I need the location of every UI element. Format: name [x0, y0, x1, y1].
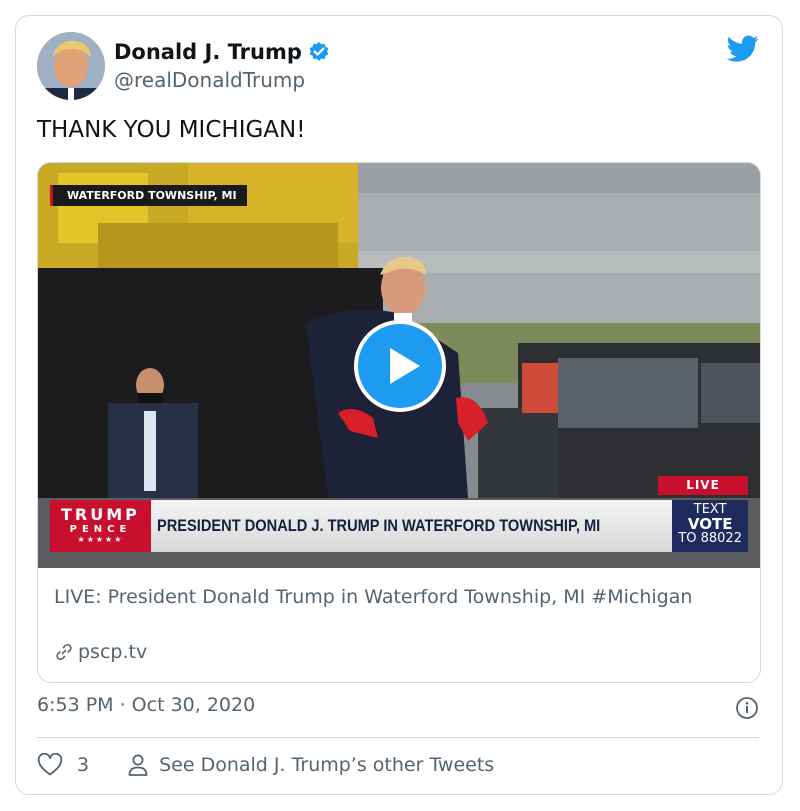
- link-card-domain-row[interactable]: pscp.tv: [54, 641, 147, 663]
- vote-box: TEXT VOTE TO 88022: [672, 500, 748, 552]
- avatar[interactable]: [37, 32, 105, 100]
- other-tweets-label[interactable]: See Donald J. Trump’s other Tweets: [159, 754, 494, 776]
- verified-badge-icon: [309, 42, 329, 61]
- campaign-logo: TRUMP PENCE ★★★★★: [50, 500, 151, 552]
- logo-line-1: TRUMP: [61, 505, 140, 524]
- headline-text: PRESIDENT DONALD J. TRUMP IN WATERFORD T…: [156, 516, 601, 535]
- link-icon: [56, 643, 72, 661]
- person-icon: [128, 754, 148, 776]
- vote-line-3: TO 88022: [678, 531, 742, 547]
- vote-line-2: VOTE: [687, 514, 733, 533]
- tweet-text: THANK YOU MICHIGAN!: [37, 117, 306, 143]
- like-button[interactable]: 3: [37, 753, 89, 777]
- like-count: 3: [77, 754, 90, 776]
- action-bar: 3 See Donald J. Trump’s other Tweets: [37, 750, 494, 780]
- other-tweets-link[interactable]: See Donald J. Trump’s other Tweets: [127, 753, 494, 777]
- tweet-timestamp[interactable]: 6:53 PM · Oct 30, 2020: [37, 694, 255, 716]
- logo-line-2: PENCE: [69, 524, 132, 535]
- play-button[interactable]: [354, 320, 446, 412]
- info-icon[interactable]: [735, 696, 759, 720]
- divider: [37, 737, 759, 738]
- headline-banner: PRESIDENT DONALD J. TRUMP IN WATERFORD T…: [150, 500, 673, 552]
- author-handle[interactable]: @realDonaldTrump: [114, 68, 305, 92]
- author-name[interactable]: Donald J. Trump: [114, 40, 302, 64]
- link-card-title[interactable]: LIVE: President Donald Trump in Waterfor…: [54, 584, 734, 611]
- twitter-bird-icon[interactable]: [727, 35, 759, 63]
- news-lower-third: TRUMP PENCE ★★★★★ PRESIDENT DONALD J. TR…: [50, 500, 748, 552]
- heart-icon: [37, 753, 63, 776]
- play-icon: [390, 348, 420, 384]
- live-badge: LIVE: [658, 476, 748, 495]
- video-player[interactable]: WATERFORD TOWNSHIP, MI LIVE TRUMP PENCE …: [38, 163, 760, 568]
- location-tag: WATERFORD TOWNSHIP, MI: [50, 185, 247, 206]
- logo-stars: ★★★★★: [77, 535, 124, 544]
- author-name-row[interactable]: Donald J. Trump: [114, 40, 330, 64]
- media-link-card[interactable]: WATERFORD TOWNSHIP, MI LIVE TRUMP PENCE …: [37, 162, 761, 683]
- link-domain[interactable]: pscp.tv: [78, 641, 147, 663]
